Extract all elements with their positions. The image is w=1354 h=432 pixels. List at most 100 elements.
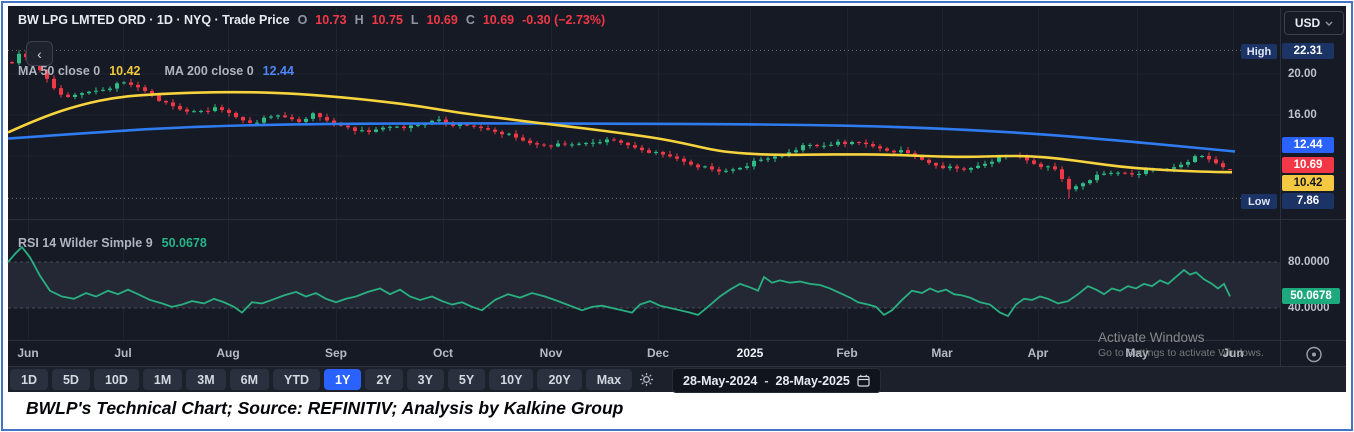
candle-body — [472, 125, 476, 127]
range-button-5y[interactable]: 5Y — [447, 369, 486, 390]
candle-body — [1179, 164, 1183, 168]
candle-body — [731, 169, 735, 171]
candle-body — [591, 142, 595, 144]
candle-body — [948, 166, 952, 169]
candle-body — [759, 159, 763, 161]
rsi-label: RSI 14 Wilder Simple 9 — [18, 236, 153, 250]
symbol-header: BW LPG LMTED ORD · 1D · NYQ · Trade Pric… — [18, 13, 605, 27]
candle-body — [619, 140, 623, 143]
range-button-6m[interactable]: 6M — [229, 369, 270, 390]
candle-body — [213, 107, 217, 111]
back-button[interactable]: ‹ — [26, 41, 53, 66]
symbol-title[interactable]: BW LPG LMTED ORD · 1D · NYQ · Trade Pric… — [18, 13, 290, 27]
time-axis-month-label: Jun — [17, 346, 39, 360]
candle-body — [990, 161, 994, 164]
rsi-band — [8, 262, 1280, 308]
candle-body — [689, 161, 693, 165]
candle-body — [696, 164, 700, 168]
price-badge: 10.69 — [1282, 157, 1334, 173]
range-button-ytd[interactable]: YTD — [273, 369, 321, 390]
candle-body — [1060, 169, 1064, 180]
ma50-label: MA 50 close 0 — [18, 64, 101, 78]
time-axis-month-label: Dec — [646, 346, 670, 360]
time-axis-month-label: Aug — [216, 346, 240, 360]
candle-body — [934, 162, 938, 166]
screenshot-frame: BW LPG LMTED ORD · 1D · NYQ · Trade Pric… — [0, 0, 1354, 432]
range-button-3m[interactable]: 3M — [186, 369, 226, 390]
candle-body — [598, 142, 602, 144]
candle-body — [108, 88, 112, 90]
candle-body — [206, 110, 210, 112]
time-scale[interactable] — [8, 340, 1280, 366]
candle-body — [269, 116, 273, 118]
candle-body — [171, 102, 175, 107]
candle-body — [437, 119, 441, 121]
candle-body — [808, 144, 812, 146]
range-button-10y[interactable]: 10Y — [489, 369, 534, 390]
price-badge: 7.86 — [1282, 193, 1334, 209]
time-axis-year-label: 2025 — [736, 346, 764, 360]
candle-body — [255, 122, 259, 124]
date-to: 28-May-2025 — [775, 373, 850, 388]
candle-body — [745, 166, 749, 168]
candle-body — [1074, 186, 1078, 190]
candle-body — [66, 94, 70, 97]
axis-tick-label: 20.00 — [1288, 68, 1317, 80]
candle-body — [507, 133, 511, 135]
candle-body — [1207, 155, 1211, 160]
range-button-max[interactable]: Max — [585, 369, 633, 390]
range-settings-gear-icon[interactable] — [636, 372, 657, 387]
range-button-2y[interactable]: 2Y — [365, 369, 403, 390]
candle-body — [864, 142, 868, 145]
candle-body — [381, 127, 385, 130]
candle-body — [941, 165, 945, 169]
chevron-down-icon — [1325, 21, 1333, 26]
candle-body — [409, 125, 413, 129]
range-button-1d[interactable]: 1D — [10, 369, 48, 390]
candle-body — [1039, 163, 1043, 168]
candle-body — [836, 141, 840, 145]
candle-body — [297, 119, 301, 122]
candle-body — [927, 159, 931, 163]
candle-body — [766, 158, 770, 160]
candle-body — [1221, 163, 1225, 168]
candle-body — [654, 151, 658, 153]
candle-body — [661, 151, 665, 155]
candle-body — [178, 106, 182, 110]
candle-body — [185, 109, 189, 112]
candle-body — [10, 62, 14, 64]
candle-body — [136, 84, 140, 88]
candle-body — [1130, 173, 1134, 175]
candle-body — [1123, 172, 1127, 174]
candle-body — [192, 111, 196, 113]
low-value: 10.69 — [426, 13, 458, 27]
candle-body — [801, 145, 805, 151]
date-range-picker[interactable]: 28-May-2024 - 28-May-2025 — [672, 368, 881, 393]
candle-body — [374, 129, 378, 132]
candle-body — [276, 115, 280, 117]
candle-body — [724, 170, 728, 172]
range-button-10d[interactable]: 10D — [93, 369, 139, 390]
candle-body — [892, 150, 896, 153]
currency-selector[interactable]: USD — [1284, 11, 1344, 35]
candle-body — [668, 154, 672, 157]
candle-body — [612, 139, 616, 141]
candle-body — [535, 143, 539, 145]
candle-body — [773, 156, 777, 159]
price-badge: 12.44 — [1282, 137, 1334, 153]
candle-body — [1186, 162, 1190, 165]
chevron-left-icon: ‹ — [37, 45, 42, 62]
pane-divider[interactable] — [8, 219, 1346, 220]
candle-body — [675, 156, 679, 159]
range-button-20y[interactable]: 20Y — [537, 369, 582, 390]
close-label: C — [465, 13, 475, 27]
range-button-3y[interactable]: 3Y — [406, 369, 444, 390]
range-button-5d[interactable]: 5D — [51, 369, 90, 390]
candle-body — [1053, 166, 1057, 170]
activate-windows-watermark-subtext: Go to Settings to activate Windows. — [1098, 347, 1264, 359]
candle-body — [17, 53, 21, 64]
candle-body — [129, 82, 133, 85]
range-button-1y[interactable]: 1Y — [324, 369, 362, 390]
candle-body — [556, 143, 560, 147]
range-button-1m[interactable]: 1M — [142, 369, 183, 390]
